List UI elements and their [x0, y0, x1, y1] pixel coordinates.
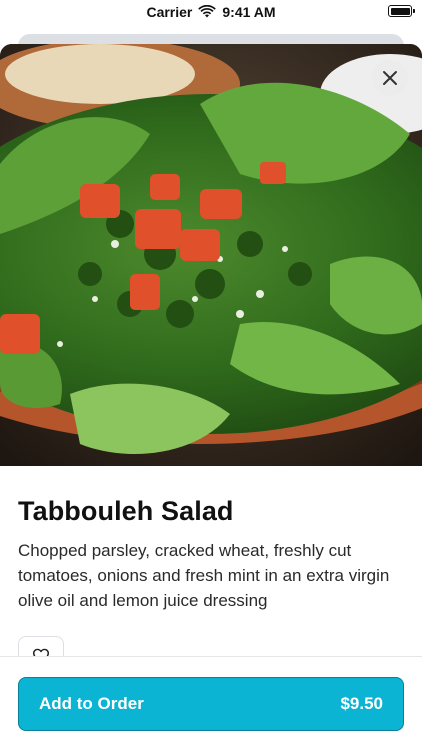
- item-price: $9.50: [340, 694, 383, 713]
- wifi-icon: [198, 5, 217, 18]
- item-photo: [0, 44, 422, 466]
- item-description: Chopped parsley, cracked wheat, freshly …: [18, 541, 390, 610]
- status-bar: Carrier 9:41 AM: [0, 0, 422, 24]
- battery-icon: [388, 5, 415, 17]
- close-icon: [383, 71, 397, 85]
- order-footer: Add to Order $9.50: [0, 656, 422, 750]
- add-to-order-label: Add to Order: [39, 694, 144, 713]
- item-detail-sheet: Tabbouleh Salad Chopped parsley, cracked…: [0, 44, 422, 750]
- close-button[interactable]: [372, 60, 408, 96]
- salad-photo: [0, 44, 422, 466]
- carrier-group: Carrier 9:41 AM: [146, 4, 275, 20]
- item-title: Tabbouleh Salad: [18, 496, 234, 526]
- add-to-order-button[interactable]: Add to Order $9.50: [18, 677, 404, 731]
- clock: 9:41 AM: [222, 4, 276, 20]
- carrier-label: Carrier: [146, 4, 193, 20]
